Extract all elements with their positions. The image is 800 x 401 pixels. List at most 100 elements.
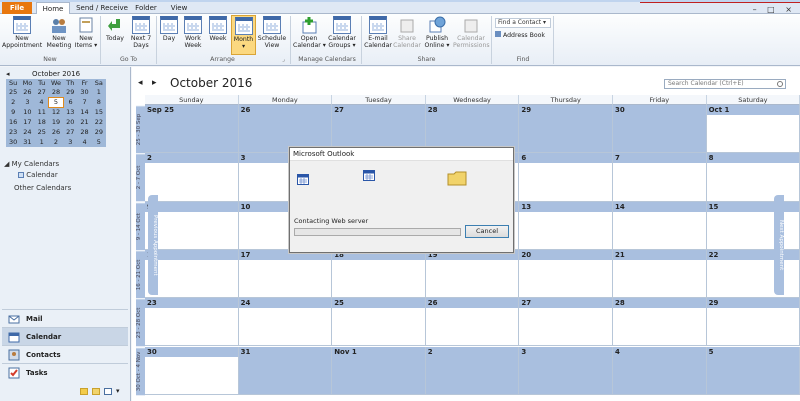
mini-day[interactable]: 14 (77, 107, 91, 117)
new-items-button[interactable]: New Items ▾ (74, 15, 98, 49)
mini-day[interactable]: 31 (20, 137, 34, 147)
mini-day[interactable]: 7 (77, 97, 91, 107)
mini-day[interactable]: 26 (49, 127, 63, 137)
mini-day[interactable]: 27 (63, 127, 77, 137)
mini-day[interactable]: 4 (77, 137, 91, 147)
mini-day[interactable]: 30 (6, 137, 20, 147)
shortcuts-icon[interactable] (104, 388, 112, 395)
day-cell[interactable]: 14 (613, 201, 707, 250)
day-view-button[interactable]: Day (158, 15, 180, 42)
open-calendar-button[interactable]: Open Calendar ▾ (293, 15, 326, 49)
day-cell[interactable]: Oct 1 (706, 105, 800, 154)
mini-day[interactable]: 22 (92, 117, 106, 127)
mini-day[interactable]: 17 (20, 117, 34, 127)
mini-day[interactable]: 26 (20, 87, 34, 97)
day-cell[interactable]: 18 (332, 249, 426, 299)
mini-day[interactable]: 12 (49, 107, 63, 117)
next-month-icon[interactable]: ▸ (152, 78, 157, 88)
day-cell[interactable]: 8 (706, 153, 800, 202)
email-calendar-button[interactable]: E-mail Calendar (364, 15, 392, 49)
mini-day[interactable]: 9 (6, 107, 20, 117)
nav-contacts[interactable]: Contacts (2, 345, 128, 363)
day-cell[interactable]: 15 (706, 201, 800, 250)
prev-month-icon[interactable]: ◂ (138, 78, 143, 88)
week-range-label[interactable]: 2 - 7 Oct (136, 153, 145, 202)
today-button[interactable]: Today (103, 15, 127, 42)
mini-day[interactable]: 24 (20, 127, 34, 137)
share-calendar-button[interactable]: Share Calendar (393, 15, 421, 49)
day-cell[interactable]: 6 (519, 153, 613, 202)
mini-day[interactable]: 10 (20, 107, 34, 117)
mini-day[interactable]: 1 (35, 137, 49, 147)
work-week-view-button[interactable]: Work Week (181, 15, 205, 49)
next-7-days-button[interactable]: Next 7 Days (128, 15, 154, 49)
day-cell[interactable]: 21 (613, 249, 707, 299)
search-calendar-input[interactable]: Search Calendar (Ctrl+E) (664, 79, 786, 89)
mini-day[interactable]: 5 (48, 96, 64, 108)
day-cell[interactable]: 7 (613, 153, 707, 202)
day-cell[interactable]: 3 (519, 346, 613, 395)
mini-day[interactable]: 28 (77, 127, 91, 137)
week-range-label[interactable]: 16 - 21 Oct (136, 249, 145, 299)
schedule-view-button[interactable]: Schedule View (257, 15, 287, 49)
nav-calendar[interactable]: Calendar (2, 327, 128, 345)
week-range-label[interactable]: 30 Oct - 4 Nov (136, 346, 145, 395)
mini-day[interactable]: 4 (35, 97, 49, 107)
day-cell[interactable]: 5 (706, 346, 800, 395)
mini-day[interactable]: 3 (63, 137, 77, 147)
day-cell[interactable]: 22 (706, 249, 800, 299)
mini-day[interactable]: 8 (92, 97, 106, 107)
day-cell[interactable]: 13 (519, 201, 613, 250)
mini-day[interactable]: 16 (6, 117, 20, 127)
mini-day[interactable]: 29 (63, 87, 77, 97)
week-range-label[interactable]: 23 - 28 Oct (136, 298, 145, 347)
day-cell[interactable]: 19 (425, 249, 520, 299)
configure-buttons-icon[interactable]: ▾ (116, 387, 120, 395)
tab-view[interactable]: View (166, 2, 192, 14)
folder-list-icon[interactable] (92, 388, 100, 395)
notes-icon[interactable] (80, 388, 88, 395)
day-cell[interactable]: 20 (519, 249, 613, 299)
mini-day[interactable]: 30 (77, 87, 91, 97)
tab-send-receive[interactable]: Send / Receive (76, 2, 128, 14)
mini-day[interactable]: 27 (35, 87, 49, 97)
calendar-checkbox[interactable] (18, 172, 24, 178)
mini-day[interactable]: 20 (63, 117, 77, 127)
mini-prev-icon[interactable]: ◂ (6, 70, 10, 79)
next-appointment-tab[interactable]: Next Appointment (774, 195, 784, 295)
other-calendars-header[interactable]: Other Calendars (14, 184, 71, 192)
day-cell[interactable]: 4 (613, 346, 707, 395)
day-cell[interactable]: 9 (145, 201, 239, 250)
new-meeting-button[interactable]: New Meeting (44, 15, 74, 49)
day-cell[interactable]: 26 (425, 298, 520, 347)
mini-day[interactable]: 2 (49, 137, 63, 147)
nav-mail[interactable]: Mail (2, 309, 128, 327)
week-range-label[interactable]: 25 - 30 Sep (136, 105, 145, 154)
day-cell[interactable]: 29 (706, 298, 800, 347)
calendar-groups-button[interactable]: Calendar Groups ▾ (326, 15, 358, 49)
month-view-button[interactable]: Month ▾ (231, 15, 256, 55)
new-appointment-button[interactable]: New Appointment (2, 15, 42, 49)
day-cell[interactable]: 25 (332, 298, 426, 347)
mini-day[interactable]: 21 (77, 117, 91, 127)
day-cell[interactable]: 30 (145, 346, 239, 395)
window-controls[interactable]: – □ × (753, 5, 796, 14)
day-cell[interactable]: 2 (425, 346, 520, 395)
publish-online-button[interactable]: Publish Online ▾ (422, 15, 452, 49)
mini-day[interactable]: 11 (35, 107, 49, 117)
day-cell[interactable]: 28 (613, 298, 707, 347)
tab-folder[interactable]: Folder (132, 2, 160, 14)
mini-day[interactable]: 19 (49, 117, 63, 127)
mini-day[interactable]: 25 (35, 127, 49, 137)
day-cell[interactable]: Nov 1 (332, 346, 426, 395)
mini-day[interactable]: 5 (92, 137, 106, 147)
calendar-checkbox-item[interactable]: Calendar (18, 171, 58, 179)
day-cell[interactable]: 2 (145, 153, 239, 202)
day-cell[interactable]: 29 (519, 105, 613, 154)
day-cell[interactable]: 27 (519, 298, 613, 347)
mini-day[interactable]: 1 (92, 87, 106, 97)
day-cell[interactable]: 31 (238, 346, 333, 395)
mini-day[interactable]: 28 (49, 87, 63, 97)
day-cell[interactable]: 23 (145, 298, 239, 347)
mini-day[interactable]: 29 (92, 127, 106, 137)
